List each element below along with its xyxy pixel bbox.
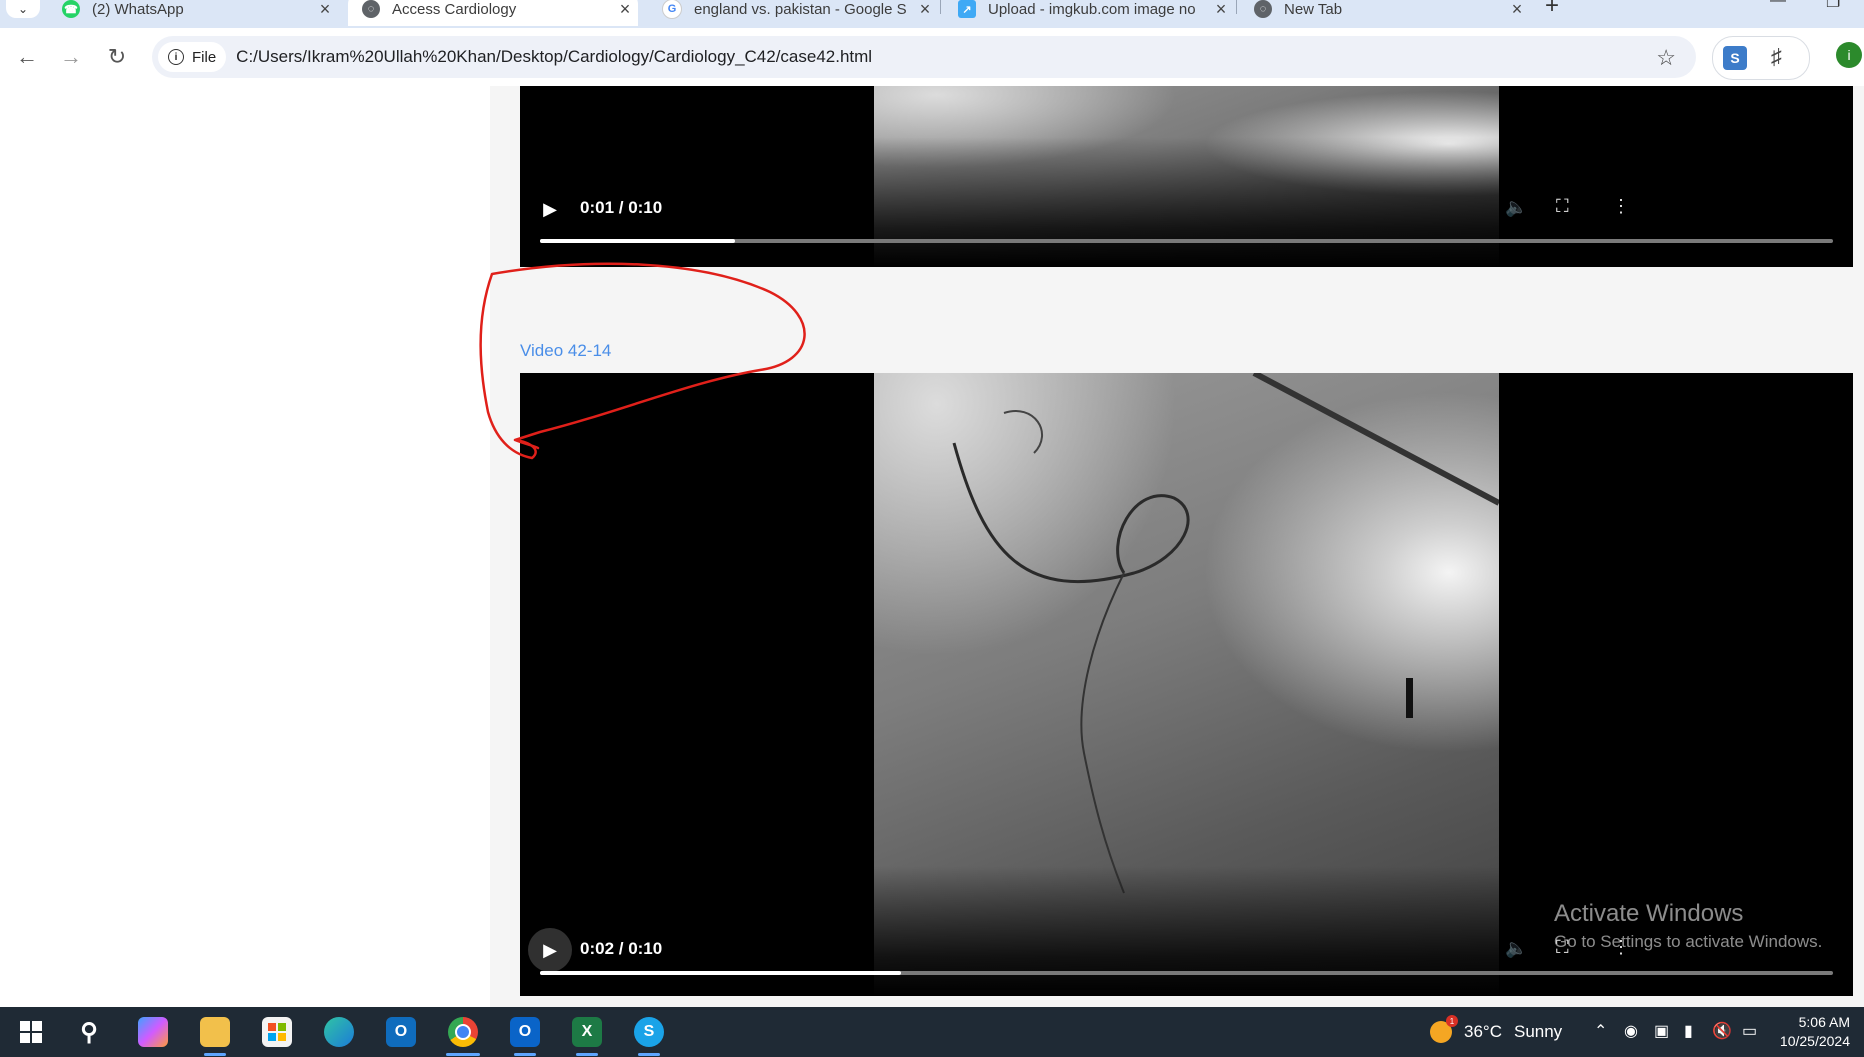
url-text[interactable]: C:/Users/Ikram%20Ullah%20Khan/Desktop/Ca…: [236, 47, 872, 67]
browser-toolbar: ← → ↻ i File C:/Users/Ikram%20Ullah%20Kh…: [0, 28, 1864, 87]
tab-strip: ⌄ ☎ (2) WhatsApp × ◌ Access Cardiology ×…: [0, 0, 1864, 28]
clock-time: 5:06 AM: [1798, 1014, 1850, 1030]
tab-title: Upload - imgkub.com image no: [988, 0, 1196, 18]
forward-icon[interactable]: →: [56, 42, 86, 72]
video-caption-link[interactable]: Video 42-14: [520, 341, 611, 361]
sun-icon: 1: [1430, 1015, 1458, 1043]
tab-new-tab[interactable]: ◌ New Tab ×: [1240, 0, 1530, 26]
bookmark-star-icon[interactable]: ☆: [1656, 45, 1676, 71]
progress-track[interactable]: [540, 239, 1833, 243]
weather-widget[interactable]: 1 36°C Sunny: [1430, 1015, 1563, 1043]
fullscreen-icon[interactable]: ⛶: [1556, 196, 1569, 217]
profile-avatar[interactable]: i: [1836, 42, 1862, 68]
tab-search-chevron-icon[interactable]: ⌄: [6, 0, 40, 18]
address-bar[interactable]: i File C:/Users/Ikram%20Ullah%20Khan/Des…: [152, 36, 1696, 78]
store-icon[interactable]: [262, 1017, 292, 1047]
tab-title: Access Cardiology: [392, 0, 517, 18]
more-options-icon[interactable]: ⋮: [1612, 196, 1630, 217]
file-chip-label: File: [192, 48, 217, 66]
imgkub-icon: ↗: [958, 0, 976, 18]
weather-condition: Sunny: [1513, 1022, 1563, 1041]
whatsapp-icon: ☎: [62, 0, 80, 18]
close-tab-icon[interactable]: ×: [312, 0, 338, 20]
battery-icon[interactable]: ▮: [1684, 1021, 1693, 1041]
running-indicator: [514, 1053, 536, 1056]
restore-icon[interactable]: ❐: [1826, 0, 1840, 12]
active-indicator: [446, 1053, 480, 1056]
progress-fill: [540, 239, 736, 243]
extension-s-icon[interactable]: S: [1723, 46, 1747, 70]
globe-icon: ◌: [362, 0, 380, 18]
video-player-top[interactable]: ▶ 0:01 / 0:10 🔈 ⛶ ⋮: [520, 86, 1853, 267]
search-icon[interactable]: ⚲: [74, 1017, 104, 1047]
minimize-icon[interactable]: —: [1770, 0, 1786, 10]
google-icon: G: [662, 0, 682, 19]
chevron-up-icon[interactable]: ⌃: [1594, 1021, 1607, 1041]
clock-date: 10/25/2024: [1779, 1033, 1850, 1049]
new-tab-button[interactable]: +: [1545, 0, 1559, 20]
meet-now-icon[interactable]: ▣: [1654, 1021, 1669, 1041]
weather-temp: 36°C: [1464, 1022, 1502, 1041]
tab-title: (2) WhatsApp: [92, 0, 184, 18]
play-button[interactable]: ▶: [528, 928, 572, 972]
back-icon[interactable]: ←: [12, 42, 42, 72]
video-time: 0:01 / 0:10: [580, 198, 663, 217]
controls-gradient: [520, 137, 1853, 267]
page-viewport: ▶ 0:01 / 0:10 🔈 ⛶ ⋮ Video 42-14 ▶ 0:02 /…: [0, 86, 1864, 1007]
tab-google-search[interactable]: G england vs. pakistan - Google S ×: [648, 0, 938, 26]
progress-fill: [540, 971, 901, 975]
close-tab-icon[interactable]: ×: [1208, 0, 1234, 20]
running-indicator: [204, 1053, 226, 1056]
close-tab-icon[interactable]: ×: [612, 0, 638, 20]
copilot-icon[interactable]: [138, 1017, 168, 1047]
globe-icon: ◌: [1254, 0, 1272, 18]
tab-title: New Tab: [1284, 0, 1343, 18]
running-indicator: [576, 1053, 598, 1056]
watermark-title: Activate Windows: [1554, 900, 1744, 927]
excel-icon[interactable]: X: [572, 1017, 602, 1047]
tab-separator: [1236, 0, 1237, 14]
tab-title: england vs. pakistan - Google S: [694, 0, 907, 18]
activate-windows-watermark: Activate Windows Go to Settings to activ…: [1554, 900, 1822, 952]
tab-whatsapp[interactable]: ☎ (2) WhatsApp ×: [48, 0, 338, 26]
play-button[interactable]: ▶: [528, 187, 572, 231]
skype-icon[interactable]: S: [634, 1017, 664, 1047]
extensions-group: S ♯: [1712, 36, 1810, 80]
reload-icon[interactable]: ↻: [102, 42, 132, 72]
info-icon: i: [168, 49, 184, 65]
video-time: 0:02 / 0:10: [580, 939, 663, 958]
progress-track[interactable]: [540, 971, 1833, 975]
running-indicator: [638, 1053, 660, 1056]
speaker-muted-icon[interactable]: 🔇: [1712, 1021, 1732, 1041]
puzzle-extensions-icon[interactable]: ♯: [1771, 44, 1782, 70]
tab-imgkub-upload[interactable]: ↗ Upload - imgkub.com image no ×: [944, 0, 1234, 26]
close-tab-icon[interactable]: ×: [1504, 0, 1530, 20]
volume-icon[interactable]: 🔈: [1505, 197, 1527, 218]
tab-access-cardiology[interactable]: ◌ Access Cardiology ×: [348, 0, 638, 26]
windows-taskbar: ⚲ O O X S 1 36°C Sunny ⌃ ◉ ▣ ▮ 🔇 ▭ 5:06 …: [0, 1007, 1864, 1057]
start-icon[interactable]: [16, 1017, 46, 1047]
outlook-icon[interactable]: O: [510, 1017, 540, 1047]
notification-badge: 1: [1446, 1015, 1458, 1027]
file-explorer-icon[interactable]: [200, 1017, 230, 1047]
system-clock[interactable]: 5:06 AM 10/25/2024: [1772, 1013, 1850, 1051]
watermark-subtitle: Go to Settings to activate Windows.: [1554, 932, 1823, 951]
tab-separator: [940, 0, 941, 14]
volume-icon[interactable]: 🔈: [1505, 938, 1527, 959]
site-info-chip[interactable]: i File: [158, 42, 227, 72]
record-icon[interactable]: ◉: [1624, 1021, 1638, 1041]
chrome-icon[interactable]: [448, 1017, 478, 1047]
network-icon[interactable]: ▭: [1742, 1021, 1757, 1041]
close-tab-icon[interactable]: ×: [912, 0, 938, 20]
outlook-new-icon[interactable]: O: [386, 1017, 416, 1047]
edge-icon[interactable]: [324, 1017, 354, 1047]
